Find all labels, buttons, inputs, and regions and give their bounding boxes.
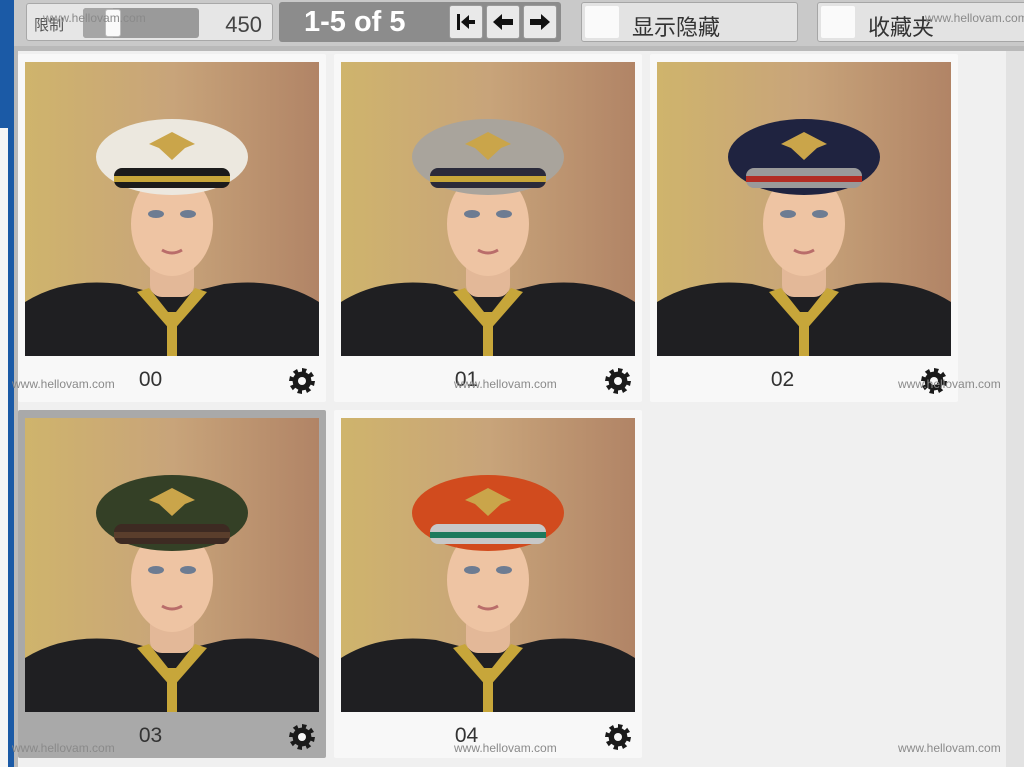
first-page-icon [457,14,475,30]
gear-icon[interactable] [288,367,316,395]
preset-thumbnail[interactable] [25,62,319,356]
next-page-button[interactable] [523,5,557,39]
watermark: www.hellovam.com [454,741,557,755]
toolbar: 限制 450 1-5 of 5 显示隐藏 收藏夹 [14,0,1024,46]
preset-thumbnail[interactable] [341,418,635,712]
show-hidden-toggle[interactable]: 显示隐藏 [581,2,798,42]
pager: 1-5 of 5 [279,2,561,42]
watermark: www.hellovam.com [12,741,115,755]
prev-page-button[interactable] [486,5,520,39]
watermark: www.hellovam.com [454,377,557,391]
watermark: www.hellovam.com [12,377,115,391]
preset-label: 02 [770,368,795,391]
show-hidden-label: 显示隐藏 [632,15,721,40]
preset-thumbnail[interactable] [657,62,951,356]
vertical-scrollbar[interactable] [1006,51,1024,767]
arrow-left-icon [493,14,513,30]
watermark: www.hellovam.com [898,377,1001,391]
preset-card[interactable]: 04 [334,410,642,758]
preset-card[interactable]: 00 [18,54,326,402]
preset-card[interactable]: 01 [334,54,642,402]
preset-thumbnail[interactable] [341,62,635,356]
arrow-right-icon [530,14,550,30]
limit-value: 450 [225,12,262,37]
preset-card[interactable]: 02 [650,54,958,402]
show-hidden-checkbox[interactable] [585,6,619,38]
gear-icon[interactable] [604,367,632,395]
first-page-button[interactable] [449,5,483,39]
preset-card[interactable]: 03 [18,410,326,758]
favorites-checkbox[interactable] [821,6,855,38]
side-strip [0,128,8,767]
preset-thumbnail[interactable] [25,418,319,712]
gear-icon[interactable] [288,723,316,751]
watermark: www.hellovam.com [43,11,146,25]
watermark: www.hellovam.com [898,741,1001,755]
pager-text: 1-5 of 5 [304,6,406,38]
gear-icon[interactable] [604,723,632,751]
watermark: www.hellovam.com [925,11,1024,25]
